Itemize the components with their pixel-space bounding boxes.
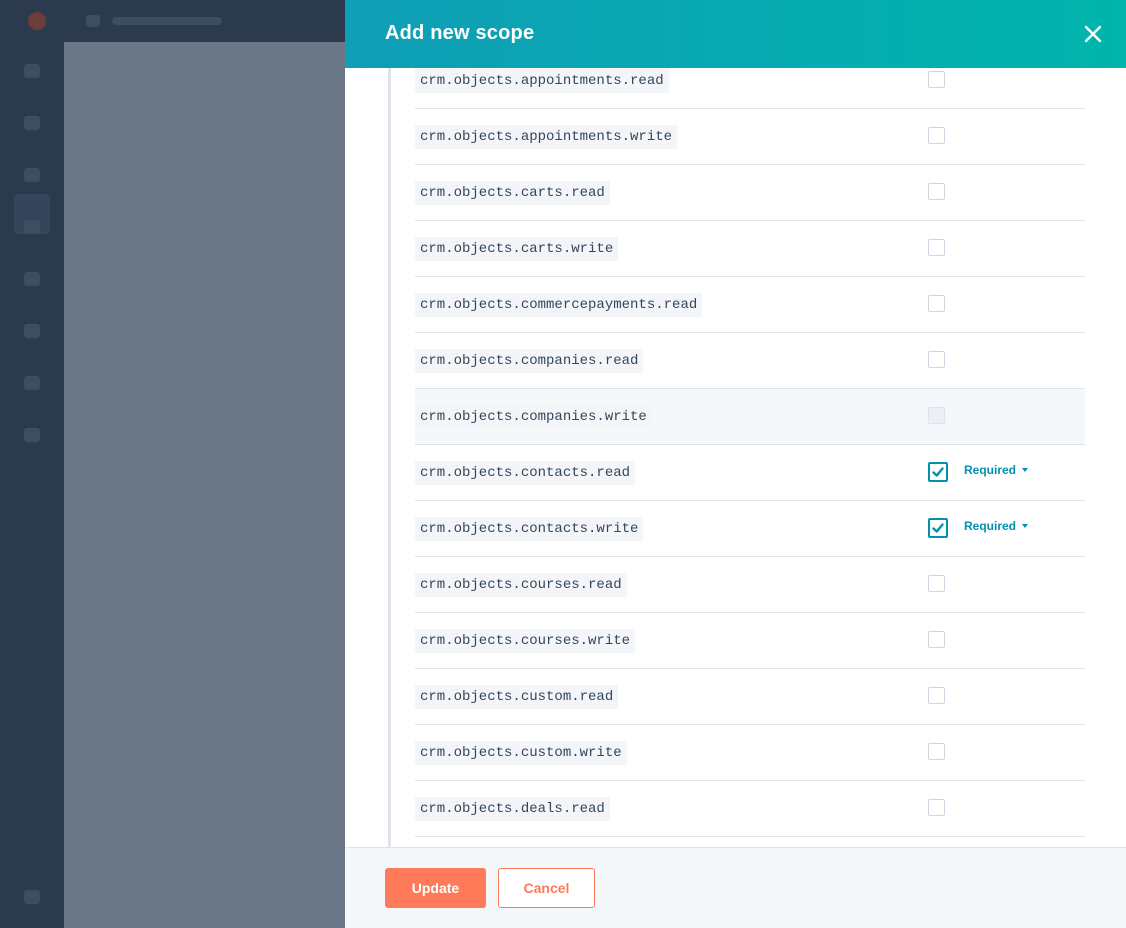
scope-row: crm.objects.carts.write [415,221,1085,277]
scope-row: crm.objects.carts.read [415,165,1085,221]
scope-row: crm.objects.appointments.write [415,109,1085,165]
scope-checkbox[interactable] [928,575,945,592]
scope-checkbox[interactable] [928,518,948,538]
scope-name: crm.objects.appointments.write [415,125,678,149]
sidebar-collapse-icon [24,890,40,904]
checkmark-icon [932,467,944,477]
update-button[interactable]: Update [385,868,486,908]
scope-row: crm.objects.courses.write [415,613,1085,669]
scope-checkbox[interactable] [928,239,945,256]
cancel-button[interactable]: Cancel [498,868,595,908]
scope-checkbox[interactable] [928,127,945,144]
requirement-dropdown[interactable]: Required [964,519,1029,533]
sidebar-projects-icon [24,168,40,182]
scope-checkbox [928,407,945,424]
scope-row: crm.objects.contacts.write Required [415,501,1085,557]
scope-checkbox[interactable] [928,687,945,704]
scope-name: crm.objects.companies.write [415,405,652,429]
sidebar-users-icon [24,220,40,234]
scope-row: crm.objects.companies.write [415,389,1085,445]
scope-checkbox[interactable] [928,631,945,648]
caret-down-icon [1022,468,1029,472]
scope-name: crm.objects.companies.read [415,349,644,373]
sidebar-apps-icon [24,116,40,130]
scope-checkbox[interactable] [928,295,945,312]
sidebar-settings-icon [24,272,40,286]
scope-row: crm.objects.appointments.read [415,68,1085,109]
scope-checkbox[interactable] [928,799,945,816]
scope-group-indent-line [388,68,391,847]
background-sidebar [0,42,64,928]
scope-row: crm.objects.custom.write [415,725,1085,781]
background-nav-icon [86,15,100,27]
requirement-dropdown[interactable]: Required [964,463,1029,477]
scope-name: crm.objects.courses.write [415,629,636,653]
scope-name: crm.objects.courses.read [415,573,627,597]
scope-checkbox[interactable] [928,351,945,368]
scope-name: crm.objects.contacts.read [415,461,636,485]
scope-row: crm.objects.deals.read [415,781,1085,837]
scope-name: crm.objects.carts.write [415,237,619,261]
checkmark-icon [932,523,944,533]
caret-down-icon [1022,524,1029,528]
add-scope-panel: Add new scope crm.objects.appointments.r… [345,0,1126,928]
scope-name: crm.objects.commercepayments.read [415,293,703,317]
panel-footer: Update Cancel [345,847,1126,928]
close-button[interactable] [1077,18,1109,50]
scope-name: crm.objects.custom.read [415,685,619,709]
scope-checkbox[interactable] [928,462,948,482]
scope-checkbox[interactable] [928,183,945,200]
requirement-label: Required [964,519,1017,533]
scope-row: crm.objects.courses.read [415,557,1085,613]
app-logo-icon [28,12,46,30]
scope-row: crm.objects.commercepayments.read [415,277,1085,333]
scope-name: crm.objects.custom.write [415,741,627,765]
scope-checkbox[interactable] [928,743,945,760]
panel-title: Add new scope [385,22,535,44]
panel-header: Add new scope [345,0,1126,68]
scope-row: crm.objects.contacts.read Required [415,445,1085,501]
scope-checkbox[interactable] [928,71,945,88]
scope-name: crm.objects.carts.read [415,181,610,205]
scope-name: crm.objects.deals.read [415,797,610,821]
sidebar-tools-icon [24,376,40,390]
scope-name: crm.objects.appointments.read [415,69,669,93]
sidebar-docs-icon [24,324,40,338]
sidebar-more-icon [24,428,40,442]
close-icon [1084,25,1102,43]
panel-body[interactable]: crm.objects.appointments.read crm.objects… [345,68,1126,847]
scope-row: crm.objects.companies.read [415,333,1085,389]
sidebar-home-icon [24,64,40,78]
scope-name: crm.objects.contacts.write [415,517,644,541]
scope-row: crm.objects.custom.read [415,669,1085,725]
scope-list: crm.objects.appointments.read crm.objects… [415,68,1085,837]
requirement-label: Required [964,463,1017,477]
background-nav-text [112,17,222,25]
